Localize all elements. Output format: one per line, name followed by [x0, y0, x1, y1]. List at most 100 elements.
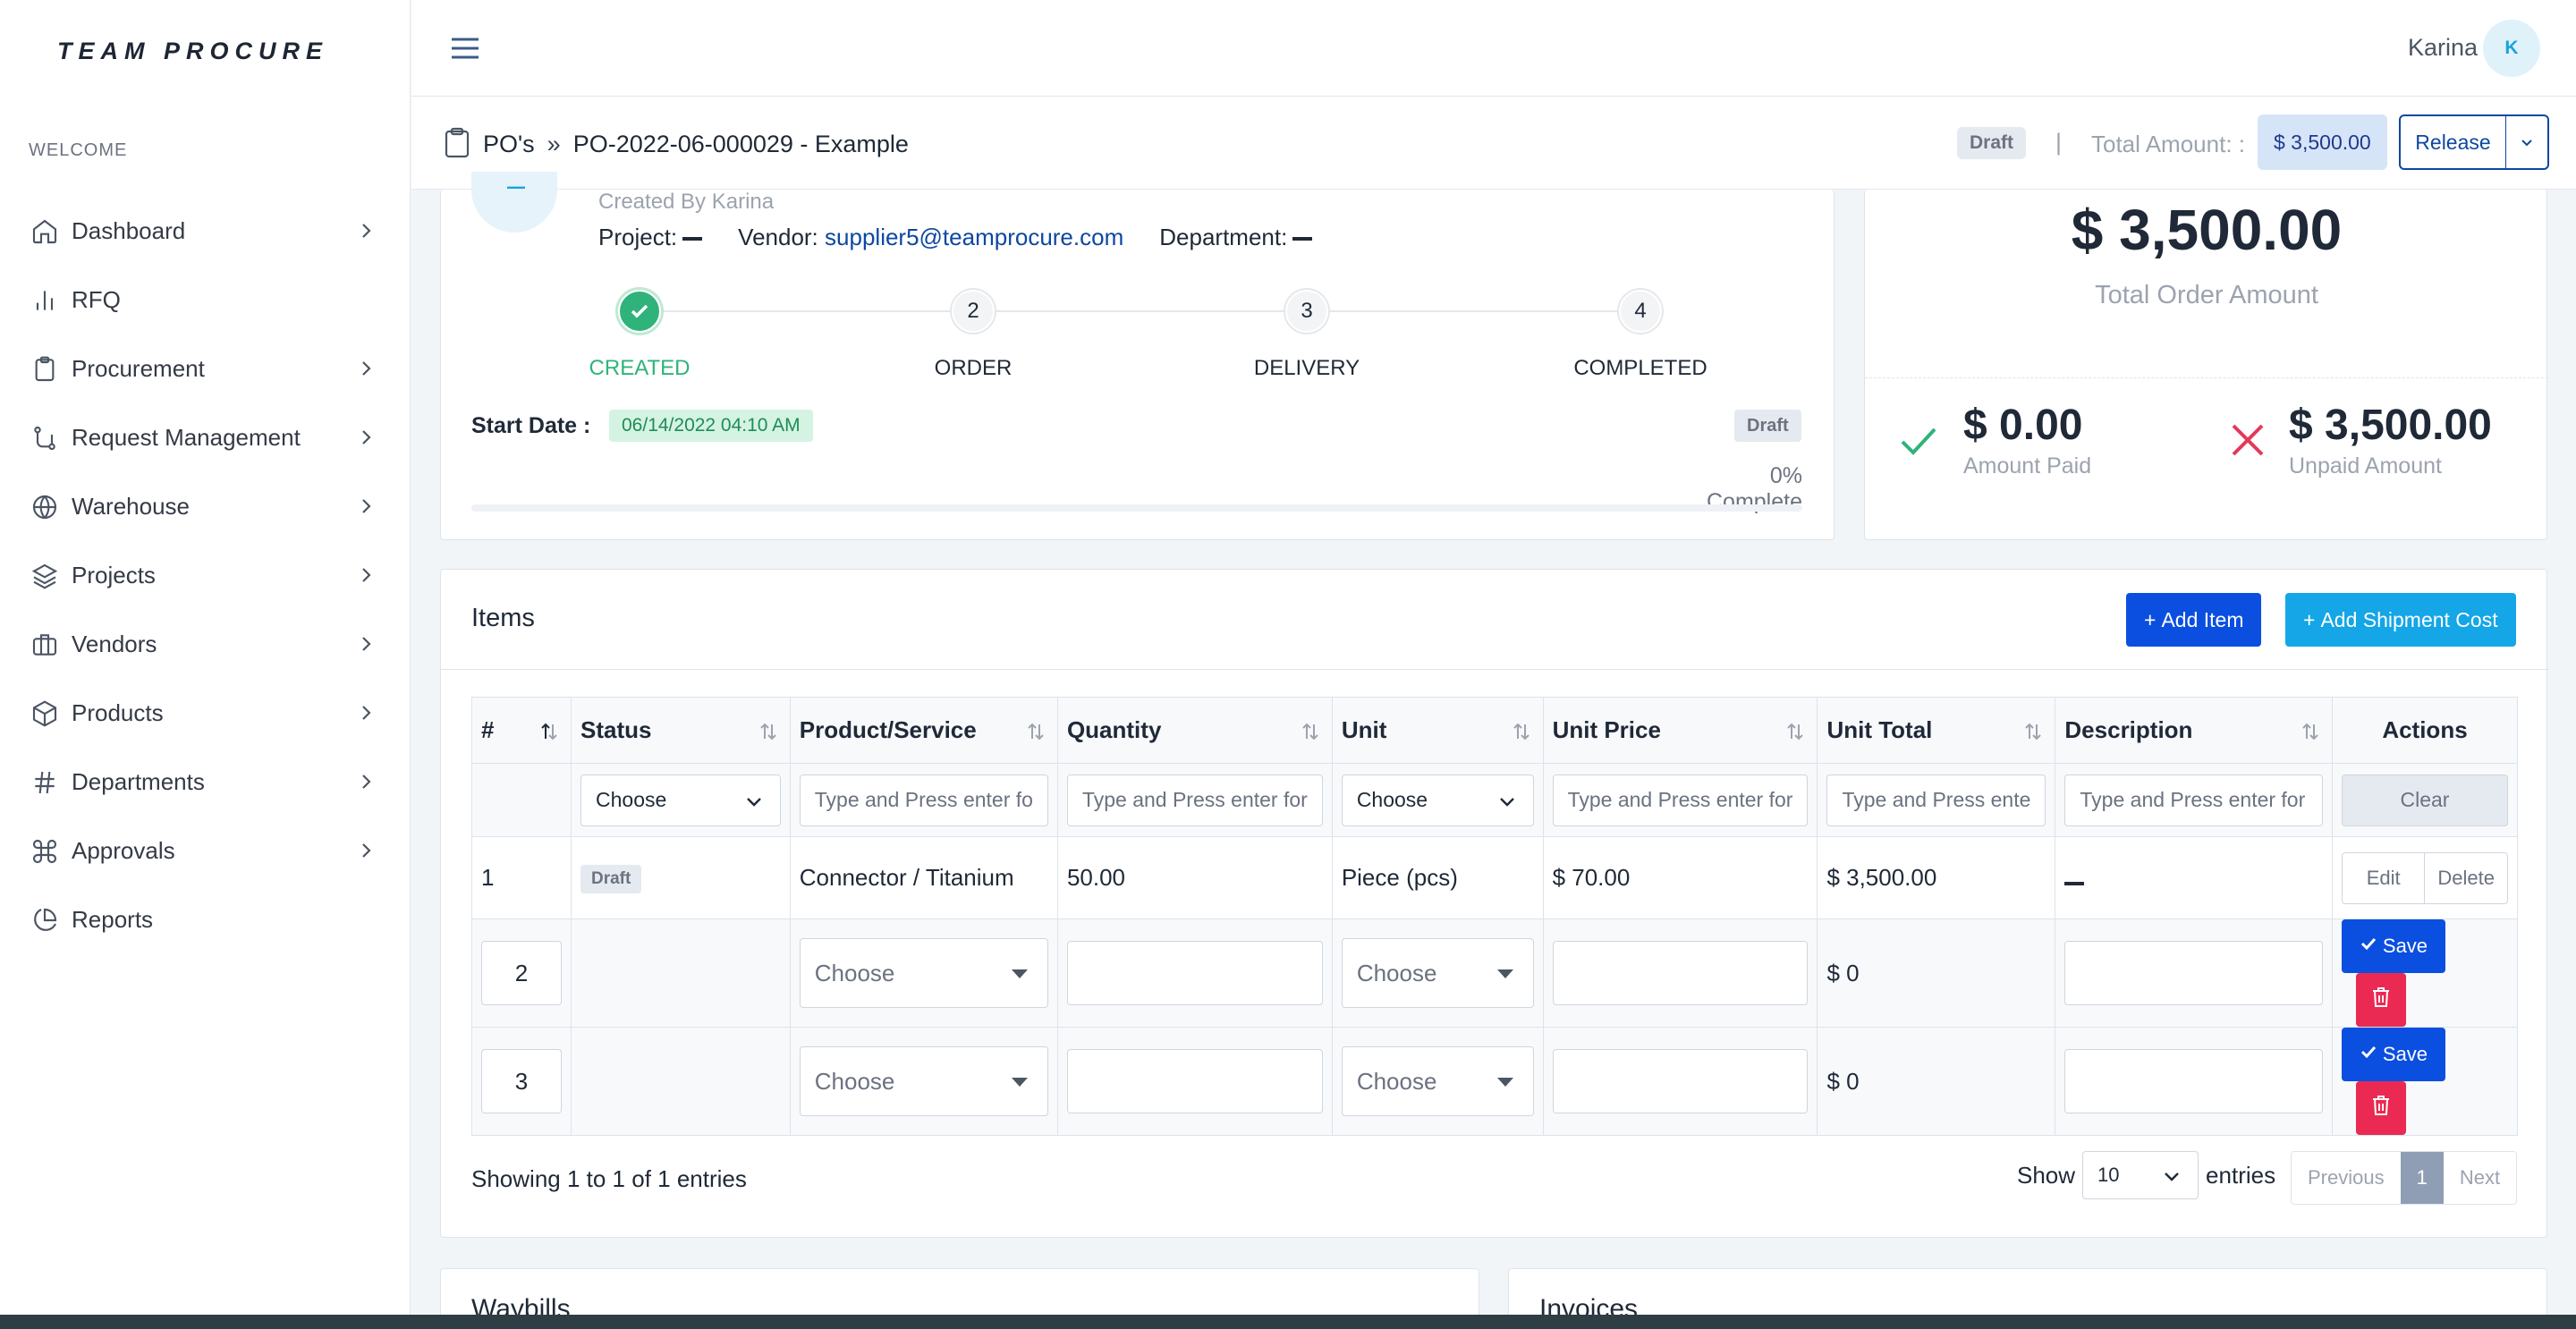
previous-page-button[interactable]: Previous — [2292, 1152, 2401, 1204]
start-date-badge: 06/14/2022 04:10 AM — [609, 410, 813, 442]
product-select[interactable]: Choose — [799, 1046, 1048, 1116]
sidebar-item-procurement[interactable]: Procurement — [0, 334, 411, 403]
unit-select[interactable]: Choose — [1341, 938, 1534, 1008]
sidebar-item-dashboard[interactable]: Dashboard — [0, 197, 411, 266]
description-filter-input[interactable]: Type and Press enter for — [2064, 774, 2323, 826]
chevron-down-icon[interactable] — [2506, 116, 2547, 168]
row-price-cell — [1542, 1027, 1818, 1136]
sort-icon[interactable] — [1784, 721, 1806, 742]
user-name[interactable]: Karina — [2408, 34, 2478, 62]
product-select[interactable]: Choose — [799, 938, 1048, 1008]
divider: | — [2055, 129, 2063, 156]
sort-icon[interactable] — [1300, 721, 1321, 742]
breadcrumb-separator: » — [547, 131, 561, 157]
chevron-right-icon — [358, 633, 376, 655]
row-quantity: 50.00 — [1056, 836, 1333, 919]
page-length-select[interactable]: 10 — [2082, 1151, 2199, 1199]
row-number-cell: 3 — [471, 1027, 572, 1136]
page-button-current[interactable]: 1 — [2400, 1152, 2444, 1204]
row-number-input[interactable]: 3 — [481, 1049, 562, 1113]
breadcrumb-root[interactable]: PO's — [483, 131, 535, 157]
sort-icon[interactable] — [2022, 721, 2044, 742]
quantity-input[interactable] — [1066, 1049, 1323, 1113]
quantity-filter-input[interactable]: Type and Press enter for — [1066, 774, 1323, 826]
po-meta: Project: Vendor: supplier5@teamprocure.c… — [598, 224, 1313, 251]
sidebar-item-projects[interactable]: Projects — [0, 541, 411, 610]
clipboard-icon — [29, 353, 61, 385]
unit-total-filter-input[interactable]: Type and Press ente — [1826, 774, 2046, 826]
amount-paid-value: $ 0.00 — [1963, 402, 2083, 449]
plus-icon: + — [2144, 607, 2157, 631]
column-header-quantity[interactable]: Quantity — [1056, 697, 1333, 764]
edit-button[interactable]: Edit — [2343, 852, 2426, 903]
sidebar-item-reports[interactable]: Reports — [0, 885, 411, 954]
unit-select[interactable]: Choose — [1341, 1046, 1534, 1116]
unit-price-input[interactable] — [1552, 941, 1809, 1005]
sidebar-nav: Dashboard RFQ Procurement Request Manage… — [0, 197, 411, 954]
unit-filter-select[interactable]: Choose — [1341, 774, 1534, 826]
row-product: Connector / Titanium — [789, 836, 1058, 919]
sort-icon[interactable] — [1025, 721, 1046, 742]
sort-asc-icon[interactable] — [538, 721, 560, 742]
sidebar-item-request-management[interactable]: Request Management — [0, 403, 411, 472]
column-header-description[interactable]: Description — [2055, 697, 2333, 764]
step-label: DELIVERY — [1253, 356, 1360, 380]
step-label: ORDER — [934, 356, 1013, 380]
sidebar-item-departments[interactable]: Departments — [0, 748, 411, 817]
caret-down-icon — [1496, 1078, 1513, 1087]
column-header-status[interactable]: Status — [571, 697, 791, 764]
unit-price-filter-input[interactable]: Type and Press enter for — [1552, 774, 1809, 826]
sort-icon[interactable] — [2300, 721, 2321, 742]
description-input[interactable] — [2064, 1049, 2323, 1113]
row-number-input[interactable]: 2 — [481, 941, 562, 1005]
po-avatar: – — [471, 166, 557, 233]
column-header-product[interactable]: Product/Service — [789, 697, 1058, 764]
sidebar-item-approvals[interactable]: Approvals — [0, 817, 411, 885]
trash-icon — [2371, 1095, 2391, 1122]
status-filter-select[interactable]: Choose — [580, 774, 781, 826]
column-header-unit-total[interactable]: Unit Total — [1817, 697, 2056, 764]
row-description-cell — [2055, 918, 2333, 1028]
sort-icon[interactable] — [1511, 721, 1532, 742]
product-filter-input[interactable]: Type and Press enter fo — [799, 774, 1048, 826]
delete-button[interactable]: Delete — [2425, 853, 2507, 903]
sidebar-item-rfq[interactable]: RFQ — [0, 266, 411, 334]
column-header-number[interactable]: # — [471, 697, 572, 764]
add-shipment-cost-button[interactable]: + Add Shipment Cost — [2285, 593, 2516, 647]
avatar[interactable]: K — [2483, 20, 2540, 77]
globe-icon — [29, 491, 61, 523]
add-item-button[interactable]: + Add Item — [2126, 593, 2262, 647]
release-button[interactable]: Release — [2401, 116, 2506, 168]
step-completed: 4 COMPLETED — [1533, 290, 1748, 381]
pagination: Previous 1 Next — [2291, 1151, 2518, 1205]
row-unit-total: $ 0 — [1817, 1027, 2056, 1136]
home-icon — [29, 216, 61, 248]
save-button[interactable]: Save — [2341, 919, 2445, 973]
save-button[interactable]: Save — [2341, 1028, 2445, 1081]
sidebar-item-label: Reports — [72, 906, 154, 933]
row-description — [2055, 836, 2333, 919]
delete-row-button[interactable] — [2355, 973, 2406, 1027]
delete-row-button[interactable] — [2355, 1081, 2406, 1135]
sidebar-item-warehouse[interactable]: Warehouse — [0, 472, 411, 541]
sidebar-item-vendors[interactable]: Vendors — [0, 610, 411, 679]
chevron-right-icon — [358, 358, 376, 379]
unit-price-input[interactable] — [1552, 1049, 1809, 1113]
description-input[interactable] — [2064, 941, 2323, 1005]
pie-chart-icon — [29, 904, 61, 936]
menu-icon[interactable] — [449, 32, 481, 64]
table-row-edit: 2 Choose Choose $ 0 Save — [471, 918, 2519, 1028]
clear-filters-button[interactable]: Clear — [2341, 774, 2508, 826]
sidebar-item-products[interactable]: Products — [0, 679, 411, 748]
column-header-unit[interactable]: Unit — [1331, 697, 1544, 764]
next-page-button[interactable]: Next — [2443, 1152, 2517, 1204]
column-header-unit-price[interactable]: Unit Price — [1542, 697, 1818, 764]
briefcase-icon — [29, 629, 61, 661]
filter-cell: Choose — [1331, 763, 1544, 837]
app-logo[interactable]: TEAM PROCURE — [57, 38, 328, 65]
row-actions: Save — [2331, 1027, 2519, 1136]
vendor-email-link[interactable]: supplier5@teamprocure.com — [825, 224, 1123, 250]
quantity-input[interactable] — [1066, 941, 1323, 1005]
status-badge: Draft — [1734, 410, 1801, 442]
sort-icon[interactable] — [758, 721, 779, 742]
